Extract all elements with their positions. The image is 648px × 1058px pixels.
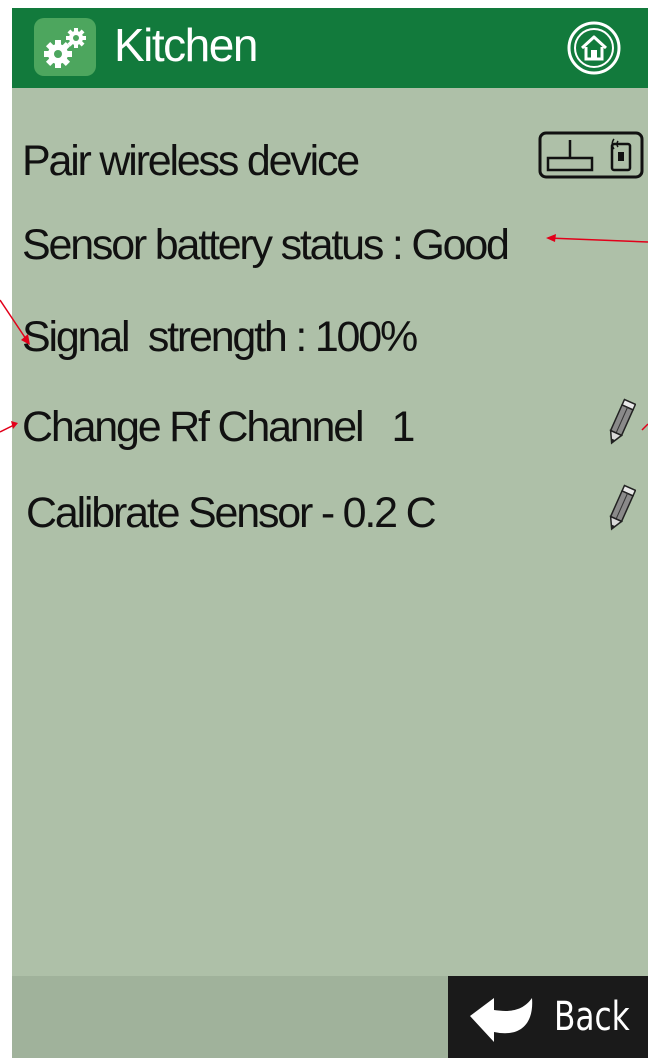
gears-icon [34, 18, 96, 76]
screen: Kitchen Pair wireless device Sensor batt… [12, 8, 648, 1058]
pencil-icon[interactable] [606, 484, 636, 532]
battery-status-label: Sensor battery status : Good [22, 221, 510, 269]
back-button[interactable]: Back [448, 976, 648, 1058]
pencil-icon[interactable] [606, 398, 636, 446]
pair-device-icon[interactable] [538, 130, 648, 180]
rf-channel-label: Change Rf Channel 1 [22, 403, 415, 451]
calibrate-sensor-row[interactable]: Calibrate Sensor - 0.2 C [12, 492, 648, 542]
home-icon[interactable] [566, 20, 622, 76]
page-title: Kitchen [114, 19, 258, 71]
back-arrow-icon [470, 998, 533, 1042]
signal-strength-row: Signal strength : 100% [12, 316, 648, 366]
rf-channel-row[interactable]: Change Rf Channel 1 [12, 406, 648, 456]
footer-bar: Back [12, 976, 648, 1058]
pair-wireless-label: Pair wireless device [22, 137, 360, 185]
signal-strength-label: Signal strength : 100% [22, 313, 418, 361]
header-bar: Kitchen [12, 8, 648, 88]
battery-status-row: Sensor battery status : Good [12, 224, 648, 274]
calibrate-sensor-label: Calibrate Sensor - 0.2 C [26, 489, 437, 537]
back-label: Back [554, 994, 630, 1040]
